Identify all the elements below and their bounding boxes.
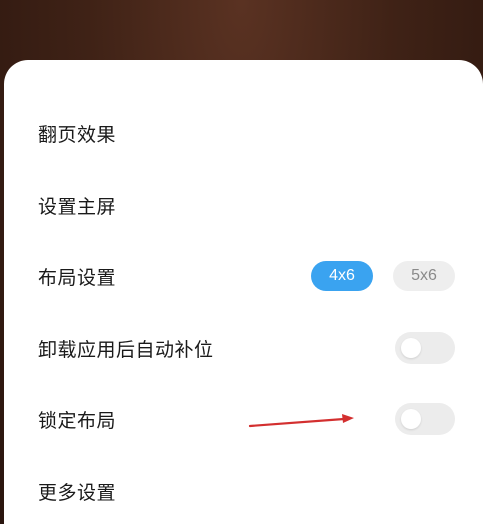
layout-4x6-option[interactable]: 4x6 (311, 261, 373, 291)
layout-5x6-option[interactable]: 5x6 (393, 261, 455, 291)
auto-fill-toggle[interactable] (395, 332, 455, 364)
lock-layout-toggle[interactable] (395, 403, 455, 435)
toggle-knob (401, 338, 421, 358)
layout-settings-label: 布局设置 (38, 266, 117, 289)
set-home-screen-label: 设置主屏 (38, 195, 117, 218)
more-settings-label: 更多设置 (38, 481, 117, 504)
auto-fill-after-uninstall-row: 卸载应用后自动补位 (4, 312, 483, 384)
page-turn-effect-label: 翻页效果 (38, 123, 117, 146)
settings-sheet: 翻页效果 设置主屏 布局设置 4x6 5x6 卸载应用后自动补位 锁定布局 更多… (4, 60, 483, 524)
lock-layout-label: 锁定布局 (38, 409, 117, 432)
layout-settings-row: 布局设置 4x6 5x6 (4, 240, 483, 312)
page-turn-effect-row[interactable]: 翻页效果 (4, 97, 483, 169)
red-arrow-icon (248, 414, 354, 428)
layout-grid-selector: 4x6 5x6 (311, 261, 455, 291)
set-home-screen-row[interactable]: 设置主屏 (4, 169, 483, 241)
more-settings-row[interactable]: 更多设置 (4, 455, 483, 524)
toggle-knob (401, 409, 421, 429)
lock-layout-row: 锁定布局 (4, 383, 483, 455)
auto-fill-after-uninstall-label: 卸载应用后自动补位 (38, 338, 214, 361)
